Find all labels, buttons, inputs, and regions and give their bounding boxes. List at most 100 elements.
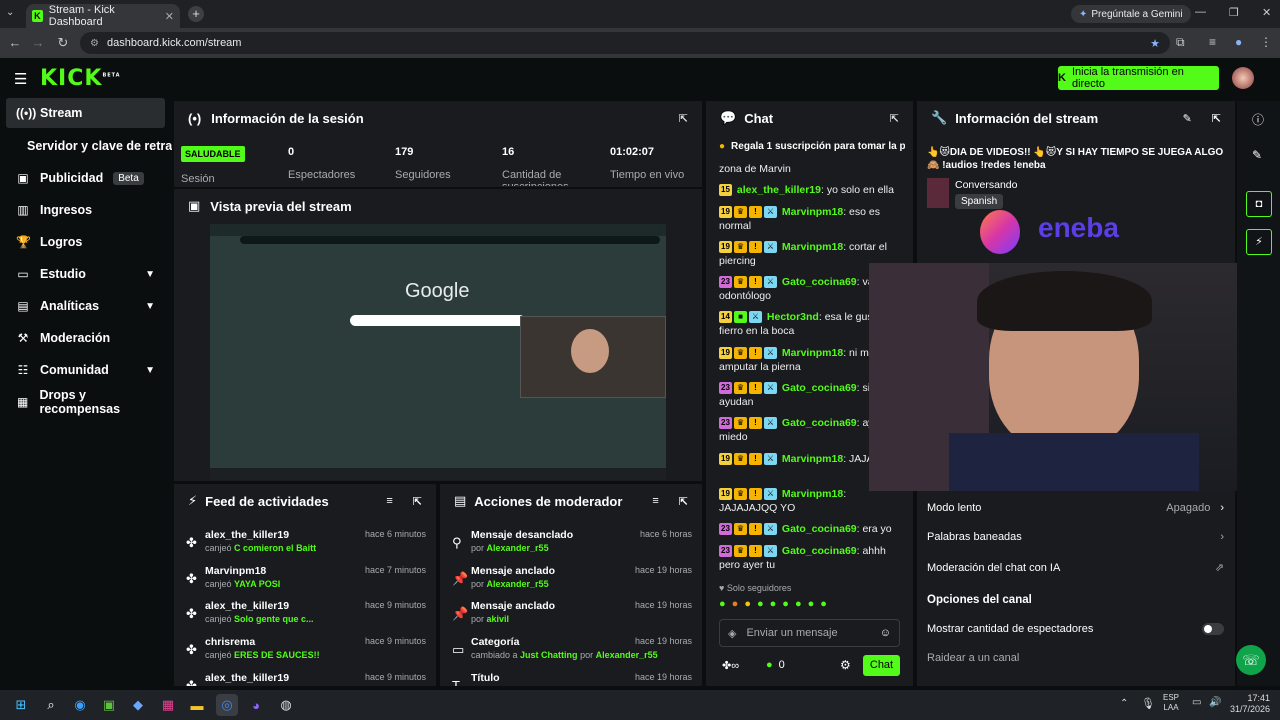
extensions-icon[interactable]: ⧉ (1176, 35, 1185, 50)
bookmark-star-icon[interactable]: ★ (1150, 37, 1160, 50)
network-icon[interactable]: ▭ (1192, 697, 1201, 708)
discord-icon[interactable]: ◕ (245, 694, 267, 716)
feed-user[interactable]: alex_the_killer19 (205, 529, 289, 541)
close-tab-icon[interactable]: ✕ (165, 10, 174, 23)
menu-dots-icon[interactable]: ⋮ (1260, 35, 1272, 49)
capture-icon[interactable]: ◘ (1246, 191, 1272, 217)
sidebar-item-ingresos[interactable]: ▥ Ingresos (6, 195, 165, 225)
sidebar-item-drops[interactable]: ▦ Drops y recompensas (6, 387, 165, 417)
banned-words-setting[interactable]: Palabras baneadas › (927, 531, 1224, 543)
feed-user[interactable]: alex_the_killer19 (205, 600, 289, 612)
close-window-icon[interactable]: ✕ (1262, 6, 1271, 19)
chat-username[interactable]: Gato_cocina69 (782, 276, 857, 288)
chat-username[interactable]: Marvinpm18 (782, 453, 843, 465)
emote-bar[interactable]: ● ● ● ● ● ● ● ● ● (719, 598, 901, 614)
feed-user[interactable]: chrisrema (205, 636, 255, 648)
emote-icon[interactable]: ● (732, 598, 739, 614)
edit-icon[interactable]: ✎ (1183, 112, 1192, 125)
mod-user[interactable]: Alexander_r55 (596, 650, 658, 660)
mod-user[interactable]: akivil (487, 614, 510, 624)
raid-setting[interactable]: Raidear a un canal (927, 652, 1224, 664)
chat-username[interactable]: Hector3nd (767, 311, 819, 323)
emote-icon[interactable]: ● (795, 598, 802, 614)
slow-mode-setting[interactable]: Modo lento Apagado › (927, 502, 1224, 514)
search-icon[interactable]: ⌕ (40, 694, 62, 716)
popout-icon[interactable]: ⇱ (679, 112, 688, 125)
popout-icon[interactable]: ⇱ (679, 495, 688, 508)
chat-username[interactable]: alex_the_killer19 (737, 184, 821, 196)
filter-icon[interactable]: ≡ (652, 495, 658, 507)
emote-icon[interactable]: ● (719, 598, 726, 614)
mod-user[interactable]: Alexander_r55 (487, 543, 549, 553)
microphone-icon[interactable]: 🎙 (1141, 697, 1155, 710)
emote-icon[interactable]: ● (782, 598, 789, 614)
support-chat-icon[interactable]: ☏ (1236, 645, 1266, 675)
sidebar-item-stream[interactable]: ((•)) Stream (6, 98, 165, 128)
chat-username[interactable]: Marvinpm18 (782, 241, 843, 253)
avatar[interactable] (1232, 67, 1254, 89)
popout-icon[interactable]: ⇱ (413, 495, 422, 508)
gemini-button[interactable]: ✦ Pregúntale a Gemini (1071, 5, 1191, 23)
sidebar-item-estudio[interactable]: ▭ Estudio ▼ (6, 259, 165, 289)
emote-icon[interactable]: ● (757, 598, 764, 614)
ai-moderation-setting[interactable]: Moderación del chat con IA ⇗ (927, 561, 1224, 575)
emote-icon[interactable]: ● (744, 598, 751, 614)
feed-user[interactable]: alex_the_killer19 (205, 672, 289, 684)
lightning-icon[interactable]: ⚡ (1246, 229, 1272, 255)
go-live-button[interactable]: K Inicia la transmisión en directo (1058, 66, 1219, 90)
obs-icon[interactable]: ◍ (275, 694, 297, 716)
chat-username[interactable]: Gato_cocina69 (782, 382, 857, 394)
pinned-gift-banner[interactable]: ● Regala 1 suscripción para tomar la p (719, 138, 905, 154)
mod-category[interactable]: Just Chatting (520, 650, 578, 660)
tray-chevron-up-icon[interactable]: ⌃ (1120, 698, 1128, 709)
chat-username[interactable]: Gato_cocina69 (782, 417, 857, 429)
language-indicator[interactable]: ESP LAA (1163, 693, 1179, 713)
volume-icon[interactable]: 🔊 (1209, 697, 1221, 708)
popout-icon[interactable]: ⇱ (1212, 112, 1221, 125)
sidebar-item-publicidad[interactable]: ▣ Publicidad Beta (6, 163, 165, 193)
clock[interactable]: 17:41 31/7/2026 (1228, 693, 1270, 715)
hamburger-menu-icon[interactable]: ☰ (14, 70, 27, 88)
chat-send-button[interactable]: Chat (863, 655, 900, 676)
windows-start-icon[interactable]: ⊞ (10, 694, 32, 716)
reading-list-icon[interactable]: ≡ (1209, 35, 1216, 49)
emote-icon[interactable]: ● (808, 598, 815, 614)
emote-icon[interactable]: ● (770, 598, 777, 614)
chat-username[interactable]: Gato_cocina69 (782, 545, 857, 557)
forward-icon[interactable]: → (28, 35, 48, 50)
chat-username[interactable]: Marvinpm18 (782, 347, 843, 359)
filter-icon[interactable]: ≡ (386, 495, 392, 507)
feed-user[interactable]: Marvinpm18 (205, 565, 266, 577)
profile-icon[interactable]: ● (1235, 35, 1242, 49)
chat-input[interactable]: ◈ Enviar un mensaje ☺ (719, 619, 900, 647)
pencil-icon[interactable]: ✎ (1252, 148, 1262, 162)
info-icon[interactable]: ⓘ (1252, 111, 1264, 128)
file-explorer-icon[interactable]: ▬ (186, 694, 208, 716)
sidebar-item-comunidad[interactable]: ☷ Comunidad ▼ (6, 355, 165, 385)
sidebar-item-server-key[interactable]: Servidor y clave de retransmisión (6, 131, 172, 161)
tab-search-icon[interactable]: ⌄ (6, 7, 14, 18)
maximize-icon[interactable]: ❐ (1229, 6, 1239, 19)
site-info-icon[interactable]: ⚙ (90, 38, 99, 49)
new-tab-button[interactable]: + (188, 6, 204, 22)
url-field[interactable]: ⚙ dashboard.kick.com/stream ★ (80, 32, 1170, 54)
back-icon[interactable]: ← (5, 35, 25, 50)
chat-username[interactable]: Gato_cocina69 (782, 523, 857, 535)
emoji-icon[interactable]: ☺ (880, 627, 891, 639)
chat-settings-icon[interactable]: ⚙ (840, 658, 851, 672)
sidebar-item-logros[interactable]: 🏆 Logros (6, 227, 165, 257)
chat-username[interactable]: Marvinpm18 (782, 488, 843, 500)
app-icon[interactable]: ▦ (157, 694, 179, 716)
mod-user[interactable]: Alexander_r55 (487, 579, 549, 589)
popout-icon[interactable]: ⇱ (890, 112, 899, 125)
viewers-toggle[interactable] (1202, 623, 1224, 635)
emote-icon[interactable]: ● (820, 598, 827, 614)
kick-logo[interactable]: KICKBETA (40, 66, 121, 91)
minimize-icon[interactable]: — (1195, 6, 1206, 18)
edge-icon[interactable]: ◉ (69, 694, 91, 716)
chat-users-icon[interactable]: ✤∞ (722, 659, 739, 672)
chat-username[interactable]: Marvinpm18 (782, 206, 843, 218)
sidebar-item-moderacion[interactable]: ⚒ Moderación (6, 323, 165, 353)
category-name[interactable]: Conversando (955, 179, 1017, 191)
xbox-icon[interactable]: ▣ (98, 694, 120, 716)
